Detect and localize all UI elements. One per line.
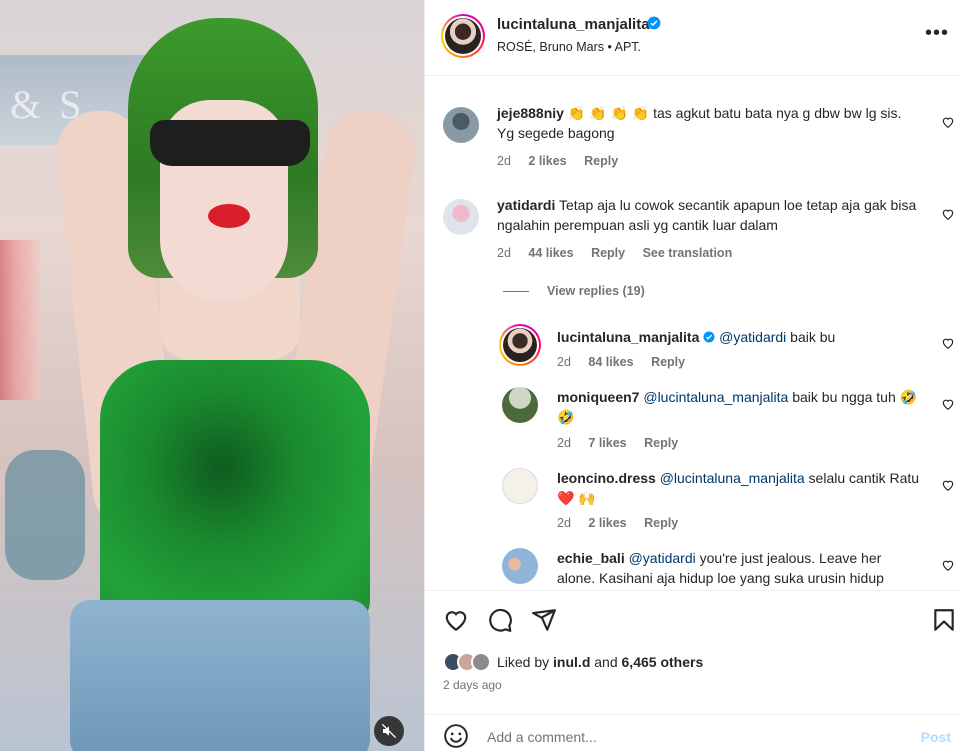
heart-icon[interactable] [941,478,955,492]
comment-time[interactable]: 2d [497,154,511,168]
see-translation-button[interactable]: See translation [643,246,733,260]
action-bar [425,590,960,646]
comment-bubble-icon[interactable] [487,607,513,633]
commenter-avatar[interactable] [443,107,479,143]
author-username[interactable]: lucintaluna_manjalita [497,16,650,33]
share-send-icon[interactable] [531,607,557,633]
comment-username[interactable]: leoncino.dress [557,470,656,486]
liked-by-user[interactable]: inul.d [553,654,590,670]
comment-time[interactable]: 2d [557,355,571,369]
heart-icon[interactable] [941,336,955,350]
heart-icon[interactable] [941,558,955,572]
comment-username[interactable]: lucintaluna_manjalita [557,329,699,345]
comment-time[interactable]: 2d [557,516,571,530]
verified-badge-icon [647,16,661,30]
post-header: lucintaluna_manjalita ROSÉ, Bruno Mars •… [425,0,960,76]
post-comment-button[interactable]: Post [921,729,951,745]
mention-link[interactable]: @yatidardi [629,550,696,566]
reply-button[interactable]: Reply [651,355,685,369]
mention-link[interactable]: @yatidardi [719,329,786,345]
comments-list[interactable]: jeje888niy 👏 👏 👏 👏 tas agkut batu bata n… [425,77,960,587]
liker-avatar [471,652,491,672]
speaker-muted-icon [381,723,397,739]
mention-link[interactable]: @lucintaluna_manjalita [660,470,805,486]
commenter-avatar[interactable] [502,468,538,504]
reel-video[interactable]: & S [0,0,424,751]
comment-likes[interactable]: 7 likes [588,436,626,450]
emoji-icon[interactable] [443,723,469,749]
more-options-icon[interactable]: ••• [925,22,949,45]
comment-likes[interactable]: 84 likes [588,355,633,369]
audio-track[interactable]: ROSÉ, Bruno Mars • APT. [497,40,641,54]
comment-likes[interactable]: 2 likes [588,516,626,530]
comment-username[interactable]: yatidardi [497,197,555,213]
reply-button[interactable]: Reply [644,516,678,530]
comment-input[interactable] [487,729,867,745]
comment-likes[interactable]: 2 likes [528,154,566,168]
comment-time[interactable]: 2d [557,436,571,450]
comment-username[interactable]: echie_bali [557,550,625,566]
likes-summary: Liked by inul.d and 6,465 others [443,650,703,674]
reply-button[interactable]: Reply [644,436,678,450]
commenter-avatar[interactable] [502,548,538,584]
heart-icon[interactable] [941,397,955,411]
author-avatar[interactable] [441,14,485,58]
reply-button[interactable]: Reply [584,154,618,168]
comment-time[interactable]: 2d [497,246,511,260]
view-replies-button[interactable]: View replies (19) [503,284,645,298]
comment-username[interactable]: jeje888niy [497,105,564,121]
reply-button[interactable]: Reply [591,246,625,260]
commenter-avatar[interactable] [443,199,479,235]
comment-text: baik bu [786,329,836,345]
comment-likes[interactable]: 44 likes [528,246,573,260]
mention-link[interactable]: @lucintaluna_manjalita [643,389,788,405]
comment-username[interactable]: moniqueen7 [557,389,639,405]
mute-button[interactable] [374,716,404,746]
green-top [100,360,370,630]
likes-count[interactable]: 6,465 others [622,654,704,670]
verified-badge-icon [703,331,715,343]
post-viewer: & S lucintaluna_manjalita ROSÉ, Bruno Ma… [0,0,960,751]
comment-text: Tetap aja lu cowok secantik apapun loe t… [497,197,917,233]
view-replies-label: View replies (19) [547,284,645,298]
heart-icon[interactable] [941,207,955,221]
like-heart-icon[interactable] [443,607,469,633]
save-bookmark-icon[interactable] [931,607,957,633]
heart-icon[interactable] [941,115,955,129]
add-comment-bar: Post [425,714,960,751]
post-date[interactable]: 2 days ago [443,678,502,692]
commenter-avatar[interactable] [499,324,541,366]
sunglasses [150,120,310,166]
commenter-avatar[interactable] [502,387,538,423]
post-details: lucintaluna_manjalita ROSÉ, Bruno Mars •… [424,0,960,751]
